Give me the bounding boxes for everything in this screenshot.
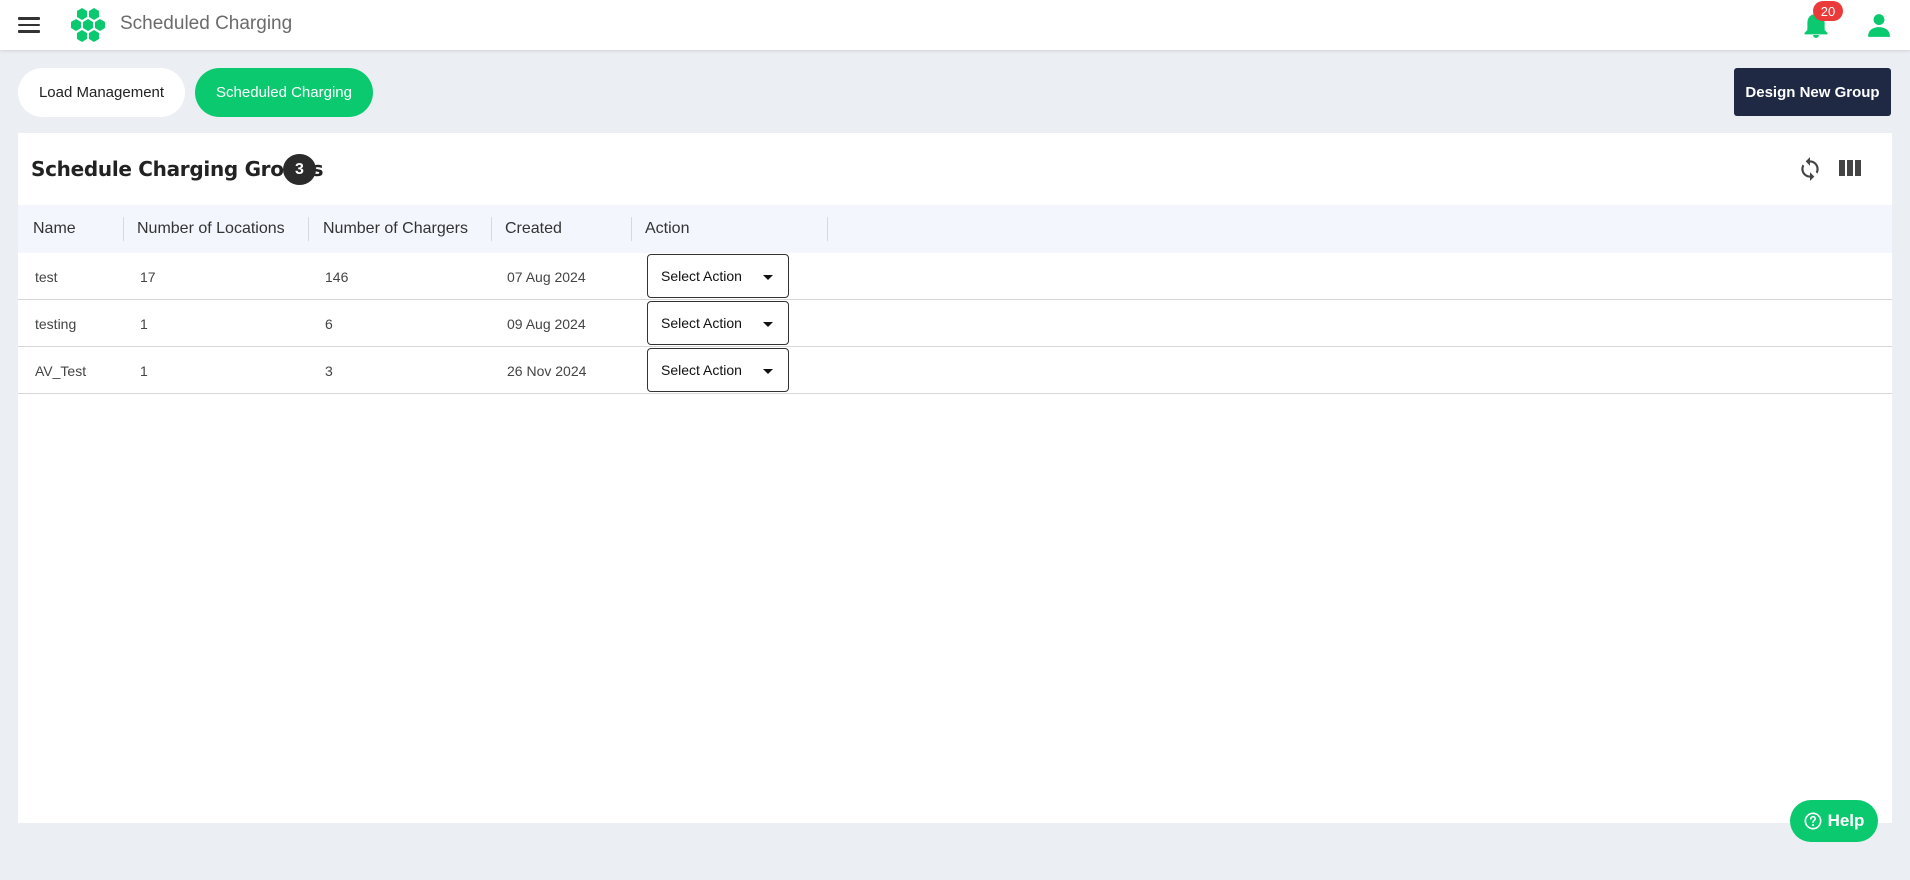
cell-created: 07 Aug 2024	[507, 268, 586, 285]
logo-icon	[71, 8, 105, 42]
table-row: test 17 146 07 Aug 2024 Select Action	[18, 253, 1892, 300]
menu-icon[interactable]	[18, 13, 44, 37]
select-action-label: Select Action	[661, 268, 742, 284]
cell-name: AV_Test	[35, 362, 87, 379]
table-header: Name Number of Locations Number of Charg…	[18, 205, 1892, 253]
tab-load-management[interactable]: Load Management	[18, 68, 185, 117]
design-new-group-button[interactable]: Design New Group	[1734, 68, 1891, 116]
cell-chargers: 3	[325, 362, 333, 379]
cell-locations: 1	[140, 362, 148, 379]
select-action-dropdown[interactable]: Select Action	[647, 348, 789, 392]
cell-created: 26 Nov 2024	[507, 362, 587, 379]
top-bar: Scheduled Charging 20	[0, 0, 1910, 50]
cell-chargers: 6	[325, 315, 333, 332]
table-row: testing 1 6 09 Aug 2024 Select Action	[18, 300, 1892, 347]
column-header-created[interactable]: Created	[505, 205, 562, 253]
cell-chargers: 146	[325, 268, 349, 285]
chevron-down-icon	[763, 369, 773, 374]
refresh-icon[interactable]	[1797, 155, 1823, 183]
cell-name: test	[35, 268, 58, 285]
app-title: Scheduled Charging	[120, 13, 293, 34]
help-label: Help	[1827, 811, 1865, 830]
help-button[interactable]: Help	[1790, 800, 1878, 842]
panel-title: Schedule Charging Groups	[31, 157, 324, 181]
group-count-badge: 3	[283, 154, 316, 185]
cell-name: testing	[35, 315, 77, 332]
columns-icon[interactable]	[1838, 157, 1862, 179]
select-action-label: Select Action	[661, 362, 742, 378]
groups-panel: Schedule Charging Groups 3 Name Number o…	[18, 133, 1892, 823]
table-row: AV_Test 1 3 26 Nov 2024 Select Action	[18, 347, 1892, 394]
cell-locations: 1	[140, 315, 148, 332]
select-action-label: Select Action	[661, 315, 742, 331]
column-header-chargers[interactable]: Number of Chargers	[323, 205, 468, 253]
column-header-action[interactable]: Action	[645, 205, 689, 253]
cell-locations: 17	[140, 268, 156, 285]
cell-created: 09 Aug 2024	[507, 315, 586, 332]
column-header-name[interactable]: Name	[33, 205, 76, 253]
chevron-down-icon	[763, 275, 773, 280]
select-action-dropdown[interactable]: Select Action	[647, 301, 789, 345]
help-icon	[1804, 812, 1822, 830]
tab-scheduled-charging[interactable]: Scheduled Charging	[195, 68, 373, 117]
select-action-dropdown[interactable]: Select Action	[647, 254, 789, 298]
notification-badge: 20	[1813, 1, 1843, 21]
user-icon[interactable]	[1866, 12, 1892, 38]
chevron-down-icon	[763, 322, 773, 327]
column-header-locations[interactable]: Number of Locations	[137, 205, 285, 253]
